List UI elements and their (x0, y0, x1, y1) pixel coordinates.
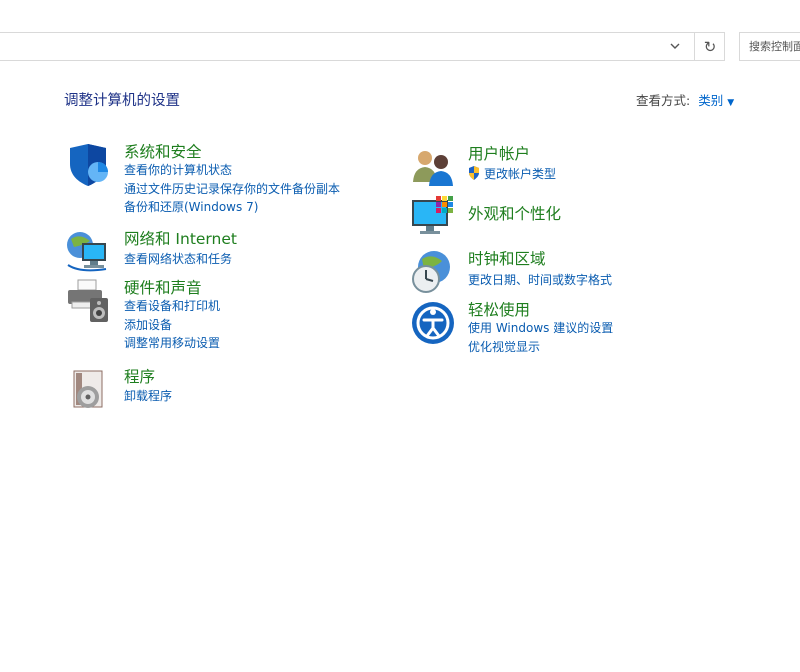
clock-globe-icon[interactable] (410, 249, 456, 295)
link-optimize-display[interactable]: 优化视觉显示 (468, 338, 613, 357)
link-devices-printers[interactable]: 查看设备和打印机 (124, 297, 220, 316)
chevron-down-icon[interactable] (660, 33, 690, 60)
link-backup-restore[interactable]: 备份和还原(Windows 7) (124, 198, 340, 217)
programs-disc-icon[interactable] (66, 367, 112, 413)
link-network-status[interactable]: 查看网络状态和任务 (124, 250, 232, 269)
category-title[interactable]: 网络和 Internet (124, 229, 237, 249)
uac-shield-icon (468, 166, 480, 180)
monitor-palette-icon[interactable] (410, 194, 456, 240)
category-title[interactable]: 系统和安全 (124, 142, 202, 162)
link-change-account-type[interactable]: 更改帐户类型 (468, 165, 556, 184)
view-by-label: 查看方式: (636, 93, 691, 108)
category-title[interactable]: 硬件和声音 (124, 278, 202, 298)
link-file-history[interactable]: 通过文件历史记录保存你的文件备份副本 (124, 180, 340, 199)
refresh-icon[interactable]: ↻ (694, 33, 725, 60)
search-input[interactable]: 搜索控制面板 (739, 32, 800, 61)
page-title: 调整计算机的设置 (64, 93, 180, 109)
category-title[interactable]: 外观和个性化 (468, 204, 561, 224)
view-by: 查看方式: 类别 ▼ (636, 90, 734, 109)
link-mobility-settings[interactable]: 调整常用移动设置 (124, 334, 220, 353)
address-bar[interactable]: ↻ (0, 32, 725, 61)
caret-down-icon[interactable]: ▼ (727, 98, 734, 108)
link-view-status[interactable]: 查看你的计算机状态 (124, 161, 340, 180)
network-globe-icon[interactable] (66, 229, 112, 275)
link-uninstall-program[interactable]: 卸载程序 (124, 387, 172, 406)
printer-speaker-icon[interactable] (66, 278, 112, 324)
category-title[interactable]: 用户帐户 (468, 144, 530, 164)
link-add-device[interactable]: 添加设备 (124, 316, 220, 335)
view-by-dropdown[interactable]: 类别 (698, 93, 723, 108)
category-title[interactable]: 时钟和区域 (468, 249, 546, 269)
category-title[interactable]: 轻松使用 (468, 300, 530, 320)
users-icon[interactable] (410, 144, 456, 190)
link-label: 更改帐户类型 (484, 167, 557, 181)
link-change-date-time[interactable]: 更改日期、时间或数字格式 (468, 271, 612, 290)
category-title[interactable]: 程序 (124, 367, 155, 387)
ease-of-access-icon[interactable] (410, 300, 456, 346)
link-recommended-settings[interactable]: 使用 Windows 建议的设置 (468, 319, 613, 338)
shield-icon[interactable] (66, 142, 112, 188)
